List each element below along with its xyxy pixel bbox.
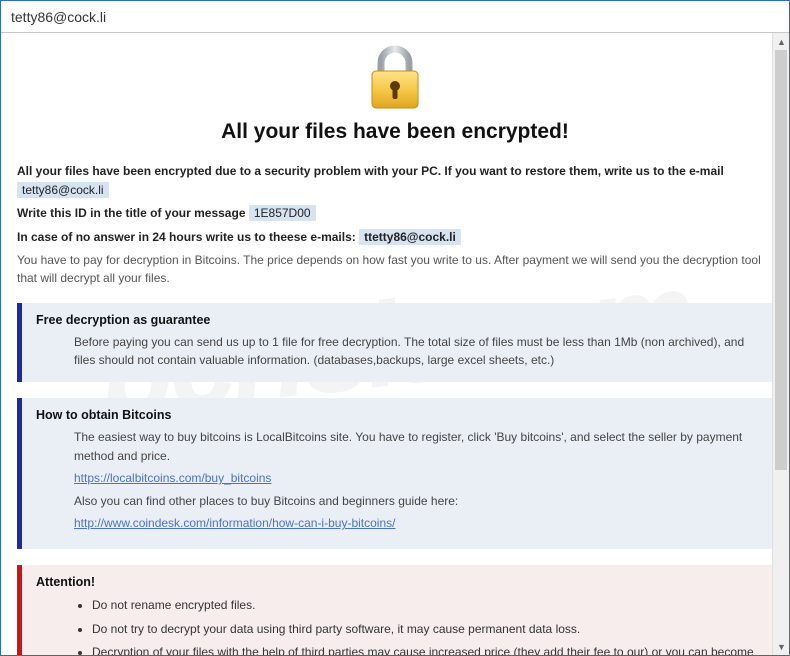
intro-line-3-text: In case of no answer in 24 hours write u… [17, 230, 356, 244]
attention-item-1: Do not rename encrypted files. [92, 595, 761, 617]
attention-list: Do not rename encrypted files. Do not tr… [36, 595, 761, 655]
bitcoins-p1: The easiest way to buy bitcoins is Local… [74, 428, 761, 465]
scroll-thumb[interactable] [775, 50, 787, 470]
ransom-window: tetty86@cock.li pcrisk.com ▲ ▼ [0, 0, 790, 656]
window-titlebar: tetty86@cock.li [1, 1, 789, 33]
bitcoins-title: How to obtain Bitcoins [36, 408, 761, 422]
guarantee-block: Free decryption as guarantee Before payi… [17, 303, 773, 382]
bitcoins-block: How to obtain Bitcoins The easiest way t… [17, 398, 773, 549]
intro-line-2-text: Write this ID in the title of your messa… [17, 206, 246, 220]
attention-title: Attention! [36, 575, 761, 589]
main-heading: All your files have been encrypted! [17, 120, 773, 144]
ransom-content: All your files have been encrypted! All … [1, 33, 789, 655]
contact-email-1: tetty86@cock.li [17, 182, 109, 198]
intro-line-1: All your files have been encrypted due t… [17, 162, 773, 200]
bitcoins-p2: Also you can find other places to buy Bi… [74, 492, 761, 511]
window-title: tetty86@cock.li [11, 9, 106, 25]
victim-id: 1E857D00 [249, 205, 316, 221]
attention-item-2: Do not try to decrypt your data using th… [92, 619, 761, 641]
guarantee-body: Before paying you can send us up to 1 fi… [36, 333, 761, 370]
vertical-scrollbar[interactable]: ▲ ▼ [772, 33, 789, 655]
intro-line-2: Write this ID in the title of your messa… [17, 204, 773, 223]
bitcoins-body: The easiest way to buy bitcoins is Local… [36, 428, 761, 533]
attention-item-3: Decryption of your files with the help o… [92, 642, 761, 655]
bitcoins-link-2[interactable]: http://www.coindesk.com/information/how-… [74, 516, 395, 530]
intro-line-3: In case of no answer in 24 hours write u… [17, 228, 773, 247]
payment-note: You have to pay for decryption in Bitcoi… [17, 251, 773, 287]
intro-line-1-text: All your files have been encrypted due t… [17, 164, 724, 178]
bitcoins-link-1[interactable]: https://localbitcoins.com/buy_bitcoins [74, 471, 271, 485]
lock-icon-row [17, 45, 773, 114]
contact-email-2: ttetty86@cock.li [359, 229, 461, 245]
scroll-down-arrow[interactable]: ▼ [773, 638, 789, 655]
attention-block: Attention! Do not rename encrypted files… [17, 565, 773, 655]
scroll-up-arrow[interactable]: ▲ [773, 33, 789, 50]
lock-icon [366, 100, 424, 114]
content-area: pcrisk.com ▲ ▼ [1, 33, 789, 655]
guarantee-title: Free decryption as guarantee [36, 313, 761, 327]
